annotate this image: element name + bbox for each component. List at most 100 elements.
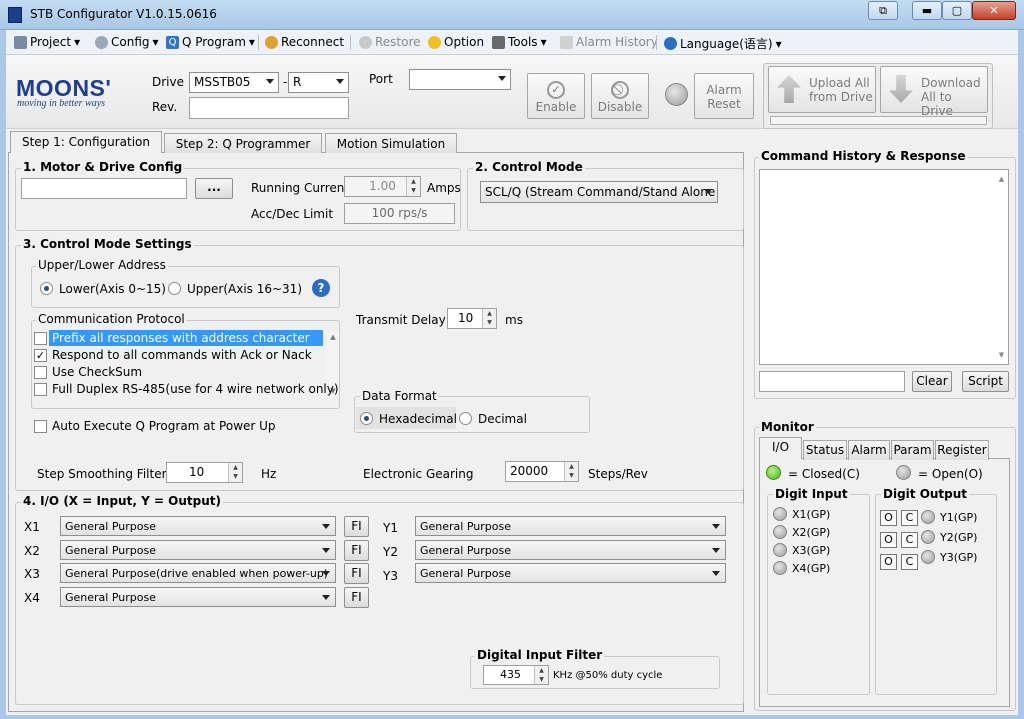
minimize-button[interactable]: ▬: [912, 1, 942, 20]
lower-address-label: Lower(Axis 0~15): [59, 282, 166, 296]
browse-motor-button[interactable]: ...: [195, 178, 233, 199]
closed-legend-label: = Closed(C): [788, 467, 860, 481]
digital-input-filter-stepper[interactable]: 435 ▲ ▼: [483, 665, 549, 685]
x4-fi-button[interactable]: FI: [344, 587, 369, 608]
monitor-tab-status[interactable]: Status: [803, 440, 847, 460]
running-current-label: Running Current: [251, 181, 350, 195]
command-history-textarea[interactable]: [759, 169, 1009, 365]
upper-address-radio[interactable]: [168, 282, 181, 295]
y1-function-select[interactable]: General Purpose: [415, 516, 726, 536]
menu-alarm-history[interactable]: Alarm History: [560, 35, 658, 49]
accdec-field[interactable]: 100 rps/s: [344, 203, 455, 224]
menu-separator: [656, 35, 657, 50]
alarm-reset-button[interactable]: Alarm Reset: [694, 73, 754, 119]
restore-icon: [359, 35, 372, 49]
y3-function-select[interactable]: General Purpose: [415, 563, 726, 583]
x3-function-select[interactable]: General Purpose(drive enabled when power…: [60, 563, 336, 583]
help-icon[interactable]: ?: [312, 279, 330, 297]
y1-output-label: Y1(GP): [940, 511, 978, 524]
y3-open-button[interactable]: O: [880, 554, 897, 570]
script-button[interactable]: Script: [962, 371, 1009, 392]
close-button[interactable]: ✕: [972, 1, 1016, 20]
protocol-title: Communication Protocol: [36, 312, 187, 326]
command-history-scrollbar[interactable]: ▲ ▼: [995, 170, 1008, 364]
menu-project[interactable]: Project ▾: [14, 35, 80, 49]
menu-separator: [258, 35, 259, 50]
monitor-tab-alarm[interactable]: Alarm: [848, 440, 890, 460]
reconnect-icon: [265, 35, 278, 49]
checksum-checkbox[interactable]: [34, 366, 47, 379]
y1-close-button[interactable]: C: [901, 510, 918, 526]
enable-button[interactable]: ✓ Enable: [527, 73, 585, 119]
transfer-progress-bar: [770, 116, 987, 125]
motor-drive-config-title: 1. Motor & Drive Config: [21, 160, 185, 174]
chevron-down-icon: [498, 76, 506, 81]
y3-label: Y3: [383, 569, 398, 583]
motor-name-field[interactable]: [21, 178, 187, 199]
tab-motion-simulation[interactable]: Motion Simulation: [325, 133, 457, 153]
y1-open-button[interactable]: O: [880, 510, 897, 526]
ms-unit: ms: [505, 313, 523, 327]
digit-input-group: [767, 494, 870, 695]
auto-execute-checkbox[interactable]: [34, 420, 47, 433]
disable-button[interactable]: ⃠ Disable: [591, 73, 649, 119]
drive-suffix-select[interactable]: R: [288, 72, 349, 93]
y2-function-select[interactable]: General Purpose: [415, 540, 726, 560]
rev-field[interactable]: [189, 97, 349, 119]
gearing-stepper[interactable]: 20000 ▲ ▼: [505, 461, 579, 482]
drive-model-select[interactable]: MSSTB05: [189, 72, 279, 93]
tab-step2-q-programmer[interactable]: Step 2: Q Programmer: [164, 133, 322, 153]
menu-restore[interactable]: Restore: [359, 35, 421, 49]
download-all-button[interactable]: Download All to Drive: [880, 66, 988, 118]
chevron-down-icon: [322, 571, 330, 576]
steps-rev-unit: Steps/Rev: [588, 467, 648, 481]
control-mode-select[interactable]: SCL/Q (Stream Command/Stand Alone: [480, 181, 718, 203]
smoothing-stepper[interactable]: 10 ▲ ▼: [166, 462, 243, 483]
menu-tools[interactable]: Tools ▾: [492, 35, 547, 49]
ack-nack-label: Respond to all commands with Ack or Nack: [52, 348, 312, 362]
data-format-title: Data Format: [360, 389, 439, 403]
menu-option[interactable]: Option: [428, 35, 484, 49]
logo-slogan: moving in better ways: [17, 98, 106, 109]
x3-input-label: X3(GP): [792, 544, 831, 557]
x4-input-led: [773, 561, 787, 575]
y2-close-button[interactable]: C: [901, 532, 918, 548]
menu-reconnect[interactable]: Reconnect: [265, 35, 344, 49]
command-input[interactable]: [759, 371, 905, 392]
menu-language[interactable]: Language(语言) ▾: [664, 35, 782, 52]
port-select[interactable]: [409, 69, 511, 90]
y3-close-button[interactable]: C: [901, 554, 918, 570]
monitor-tab-register[interactable]: Register: [935, 440, 989, 460]
upload-all-button[interactable]: Upload All from Drive: [768, 66, 876, 113]
menu-config[interactable]: Config ▾: [95, 35, 159, 49]
restore-window-icon[interactable]: ⧉: [868, 1, 898, 20]
y2-open-button[interactable]: O: [880, 532, 897, 548]
x4-function-select[interactable]: General Purpose: [60, 587, 336, 607]
y2-output-label: Y2(GP): [940, 531, 978, 544]
running-current-stepper[interactable]: 1.00 ▲ ▼: [344, 176, 421, 197]
x1-function-select[interactable]: General Purpose: [60, 516, 336, 536]
menu-qprogram[interactable]: QQ Program ▾: [166, 35, 255, 49]
monitor-tab-io[interactable]: I/O: [759, 437, 802, 459]
chevron-down-icon: [712, 571, 720, 576]
ack-nack-checkbox[interactable]: ✓: [34, 349, 47, 362]
full-duplex-checkbox[interactable]: [34, 383, 47, 396]
clear-button[interactable]: Clear: [912, 371, 952, 392]
chevron-down-icon: [336, 79, 344, 84]
lower-address-radio[interactable]: [40, 282, 53, 295]
gear-icon: [95, 35, 108, 49]
spin-arrows-icon: ▲ ▼: [564, 462, 578, 481]
tab-step1-configuration[interactable]: Step 1: Configuration: [10, 131, 162, 153]
x2-function-select[interactable]: General Purpose: [60, 540, 336, 560]
transmit-delay-stepper[interactable]: 10 ▲ ▼: [447, 308, 497, 329]
maximize-button[interactable]: ▢: [942, 1, 972, 20]
x1-fi-button[interactable]: FI: [344, 516, 369, 537]
monitor-tab-param[interactable]: Param: [891, 440, 934, 460]
x3-fi-button[interactable]: FI: [344, 563, 369, 584]
filter-unit: KHz @50% duty cycle: [553, 670, 663, 681]
x2-fi-button[interactable]: FI: [344, 540, 369, 561]
spin-arrows-icon: ▲ ▼: [406, 177, 420, 196]
hexadecimal-radio[interactable]: [360, 412, 373, 425]
decimal-radio[interactable]: [459, 412, 472, 425]
prefix-address-checkbox[interactable]: [34, 332, 47, 345]
